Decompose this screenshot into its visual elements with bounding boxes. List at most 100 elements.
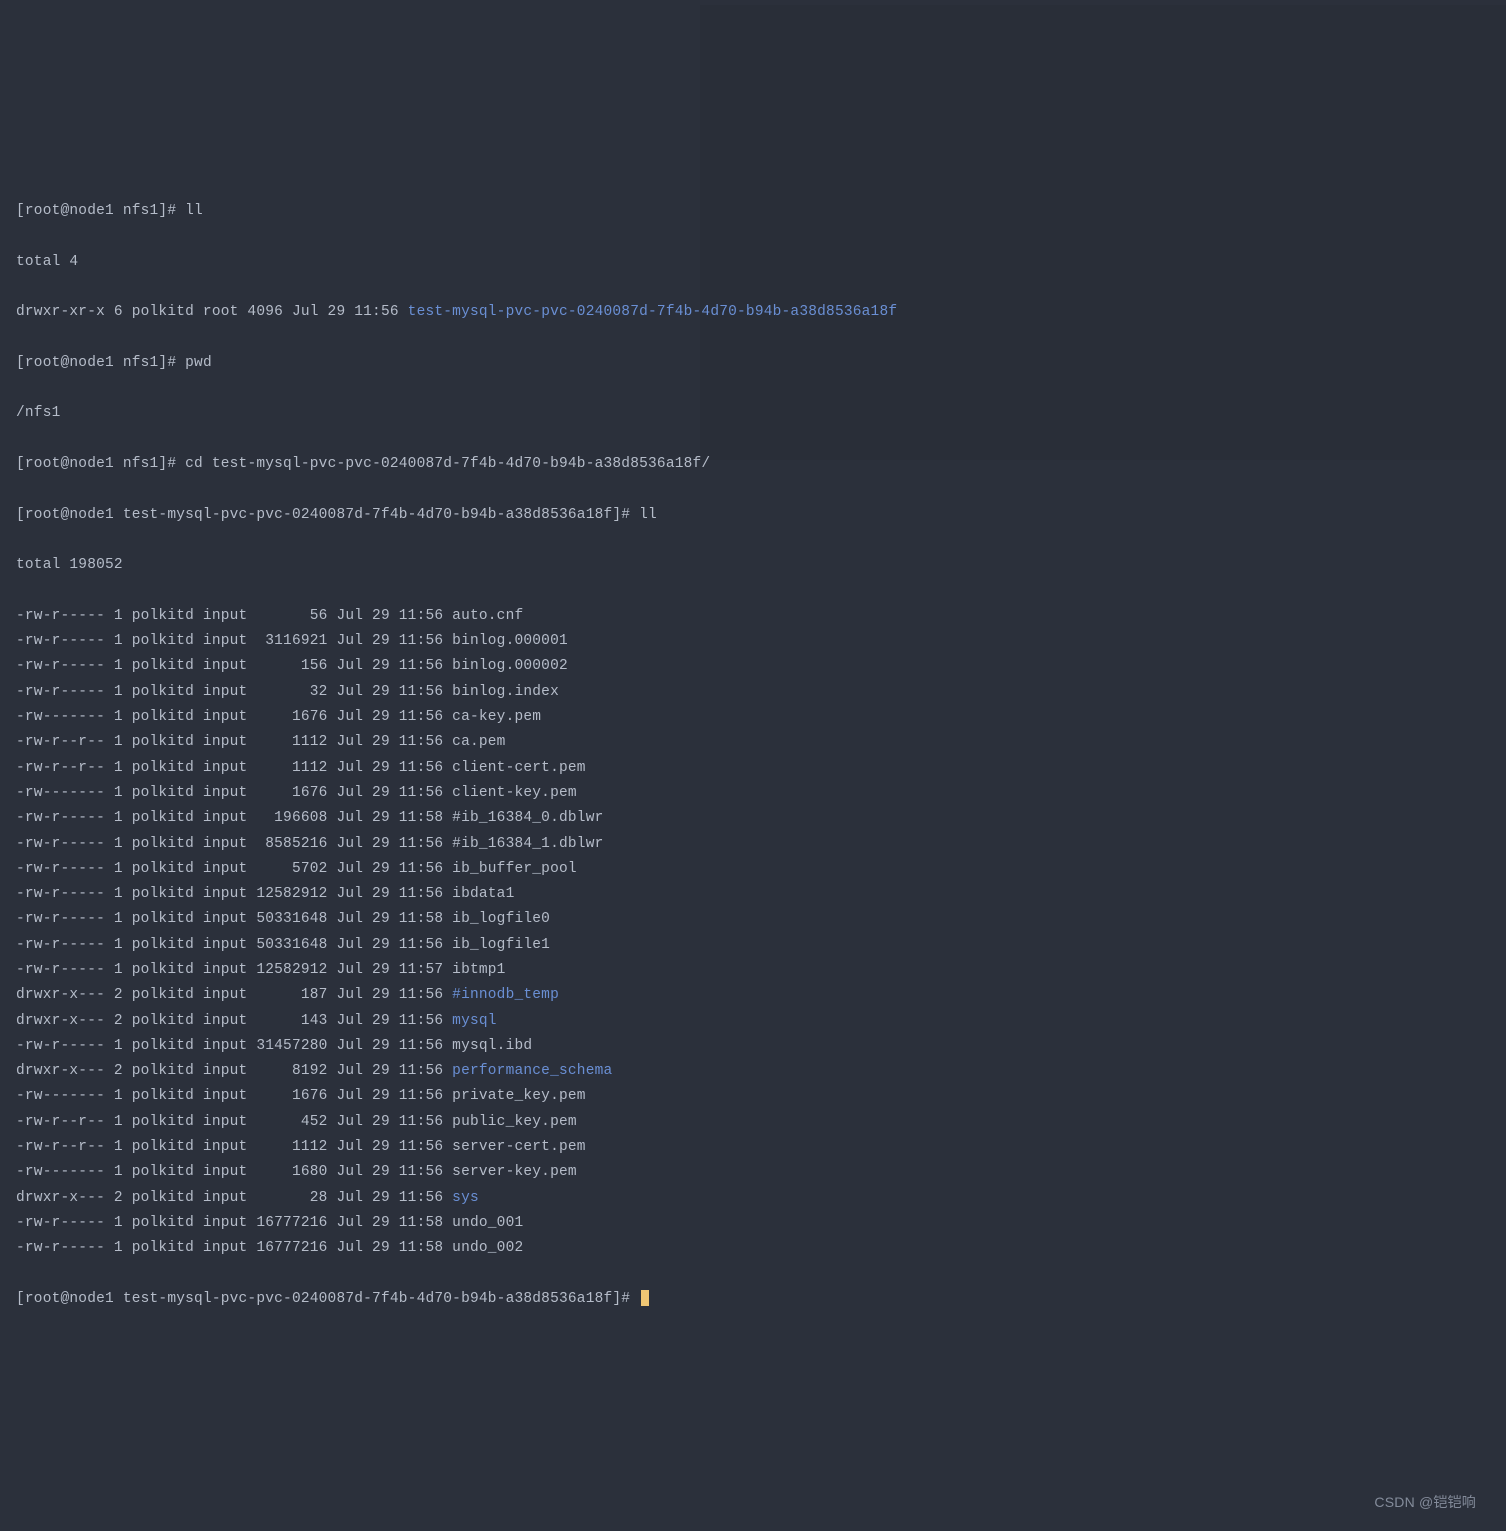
file-meta: -rw-r----- 1 polkitd input 5702 Jul 29 1… [16, 861, 452, 877]
file-name: ib_logfile0 [452, 911, 550, 927]
file-meta: -rw-r----- 1 polkitd input 31457280 Jul … [16, 1038, 452, 1054]
cursor-icon [641, 1290, 649, 1306]
file-name: ca-key.pem [452, 709, 541, 725]
shell-prompt: [root@node1 nfs1]# [16, 456, 185, 472]
shell-prompt: [root@node1 test-mysql-pvc-pvc-0240087d-… [16, 1291, 639, 1307]
directory-name: performance_schema [452, 1063, 612, 1079]
command-line[interactable]: [root@node1 test-mysql-pvc-pvc-0240087d-… [16, 1287, 1490, 1312]
file-name: #ib_16384_1.dblwr [452, 836, 603, 852]
file-name: client-key.pem [452, 785, 577, 801]
command-line: [root@node1 nfs1]# cd test-mysql-pvc-pvc… [16, 452, 1490, 477]
output-line: total 4 [16, 250, 1490, 275]
directory-name: mysql [452, 1013, 497, 1029]
file-name: server-key.pem [452, 1164, 577, 1180]
file-meta: -rw-r--r-- 1 polkitd input 1112 Jul 29 1… [16, 1139, 452, 1155]
file-entry: drwxr-x--- 2 polkitd input 187 Jul 29 11… [16, 983, 1490, 1008]
file-entry: -rw-r----- 1 polkitd input 16777216 Jul … [16, 1211, 1490, 1236]
file-entry: -rw-r----- 1 polkitd input 196608 Jul 29… [16, 806, 1490, 831]
file-name: ibtmp1 [452, 962, 505, 978]
file-entry: -rw-r----- 1 polkitd input 32 Jul 29 11:… [16, 680, 1490, 705]
file-name: mysql.ibd [452, 1038, 532, 1054]
file-name: binlog.000001 [452, 633, 568, 649]
output-line: total 198052 [16, 553, 1490, 578]
file-entry: -rw-r----- 1 polkitd input 31457280 Jul … [16, 1034, 1490, 1059]
file-entry: -rw-r----- 1 polkitd input 50331648 Jul … [16, 907, 1490, 932]
file-entry: -rw-r----- 1 polkitd input 12582912 Jul … [16, 958, 1490, 983]
command-text: pwd [185, 355, 212, 371]
file-meta: -rw------- 1 polkitd input 1676 Jul 29 1… [16, 709, 452, 725]
command-line: [root@node1 test-mysql-pvc-pvc-0240087d-… [16, 503, 1490, 528]
file-meta: drwxr-x--- 2 polkitd input 143 Jul 29 11… [16, 1013, 452, 1029]
file-meta: -rw-r----- 1 polkitd input 12582912 Jul … [16, 962, 452, 978]
file-meta: -rw-r--r-- 1 polkitd input 1112 Jul 29 1… [16, 760, 452, 776]
file-entry: -rw-r--r-- 1 polkitd input 1112 Jul 29 1… [16, 1135, 1490, 1160]
file-meta: -rw------- 1 polkitd input 1680 Jul 29 1… [16, 1164, 452, 1180]
directory-name: sys [452, 1190, 479, 1206]
file-meta: -rw-r----- 1 polkitd input 12582912 Jul … [16, 886, 452, 902]
shell-prompt: [root@node1 nfs1]# [16, 355, 185, 371]
file-meta: -rw------- 1 polkitd input 1676 Jul 29 1… [16, 785, 452, 801]
file-entry: -rw------- 1 polkitd input 1676 Jul 29 1… [16, 705, 1490, 730]
file-meta: -rw-r--r-- 1 polkitd input 452 Jul 29 11… [16, 1114, 452, 1130]
output-line: /nfs1 [16, 401, 1490, 426]
file-name: private_key.pem [452, 1088, 586, 1104]
file-entry: -rw-r----- 1 polkitd input 3116921 Jul 2… [16, 629, 1490, 654]
file-entry: drwxr-x--- 2 polkitd input 28 Jul 29 11:… [16, 1186, 1490, 1211]
file-entry-prefix: drwxr-xr-x 6 polkitd root 4096 Jul 29 11… [16, 304, 408, 320]
file-entry: -rw-r----- 1 polkitd input 5702 Jul 29 1… [16, 857, 1490, 882]
output-line: drwxr-xr-x 6 polkitd root 4096 Jul 29 11… [16, 300, 1490, 325]
file-name: ib_buffer_pool [452, 861, 577, 877]
file-name: #ib_16384_0.dblwr [452, 810, 603, 826]
file-name: public_key.pem [452, 1114, 577, 1130]
file-meta: -rw-r----- 1 polkitd input 56 Jul 29 11:… [16, 608, 452, 624]
command-text: cd test-mysql-pvc-pvc-0240087d-7f4b-4d70… [185, 456, 710, 472]
file-entry: -rw------- 1 polkitd input 1676 Jul 29 1… [16, 781, 1490, 806]
file-meta: -rw-r----- 1 polkitd input 32 Jul 29 11:… [16, 684, 452, 700]
file-listing: -rw-r----- 1 polkitd input 56 Jul 29 11:… [16, 604, 1490, 1262]
file-entry: -rw-r--r-- 1 polkitd input 452 Jul 29 11… [16, 1110, 1490, 1135]
file-meta: -rw-r----- 1 polkitd input 16777216 Jul … [16, 1215, 452, 1231]
command-line: [root@node1 nfs1]# ll [16, 199, 1490, 224]
file-entry: -rw-r----- 1 polkitd input 156 Jul 29 11… [16, 654, 1490, 679]
command-text: ll [185, 203, 203, 219]
watermark-text: CSDN @铠铠响 [1374, 1490, 1476, 1515]
file-name: binlog.000002 [452, 658, 568, 674]
file-meta: -rw-r----- 1 polkitd input 156 Jul 29 11… [16, 658, 452, 674]
file-name: auto.cnf [452, 608, 523, 624]
shell-prompt: [root@node1 test-mysql-pvc-pvc-0240087d-… [16, 507, 639, 523]
file-meta: -rw-r----- 1 polkitd input 196608 Jul 29… [16, 810, 452, 826]
file-name: binlog.index [452, 684, 559, 700]
file-meta: -rw------- 1 polkitd input 1676 Jul 29 1… [16, 1088, 452, 1104]
file-name: ibdata1 [452, 886, 514, 902]
file-entry: -rw-r----- 1 polkitd input 50331648 Jul … [16, 933, 1490, 958]
file-name: client-cert.pem [452, 760, 586, 776]
file-entry: -rw------- 1 polkitd input 1676 Jul 29 1… [16, 1084, 1490, 1109]
file-entry: -rw-r----- 1 polkitd input 8585216 Jul 2… [16, 832, 1490, 857]
file-meta: -rw-r----- 1 polkitd input 8585216 Jul 2… [16, 836, 452, 852]
file-entry: -rw-r--r-- 1 polkitd input 1112 Jul 29 1… [16, 730, 1490, 755]
file-entry: drwxr-x--- 2 polkitd input 8192 Jul 29 1… [16, 1059, 1490, 1084]
file-name: server-cert.pem [452, 1139, 586, 1155]
file-entry: -rw------- 1 polkitd input 1680 Jul 29 1… [16, 1160, 1490, 1185]
file-name: ca.pem [452, 734, 505, 750]
file-name: ib_logfile1 [452, 937, 550, 953]
file-meta: drwxr-x--- 2 polkitd input 28 Jul 29 11:… [16, 1190, 452, 1206]
file-name: undo_001 [452, 1215, 523, 1231]
file-entry: drwxr-x--- 2 polkitd input 143 Jul 29 11… [16, 1009, 1490, 1034]
file-meta: -rw-r----- 1 polkitd input 3116921 Jul 2… [16, 633, 452, 649]
file-meta: -rw-r----- 1 polkitd input 16777216 Jul … [16, 1240, 452, 1256]
terminal-output[interactable]: [root@node1 nfs1]# ll total 4 drwxr-xr-x… [16, 174, 1490, 1338]
command-line: [root@node1 nfs1]# pwd [16, 351, 1490, 376]
file-entry: -rw-r----- 1 polkitd input 12582912 Jul … [16, 882, 1490, 907]
file-meta: -rw-r----- 1 polkitd input 50331648 Jul … [16, 911, 452, 927]
directory-name: test-mysql-pvc-pvc-0240087d-7f4b-4d70-b9… [408, 304, 898, 320]
file-meta: drwxr-x--- 2 polkitd input 187 Jul 29 11… [16, 987, 452, 1003]
command-text: ll [639, 507, 657, 523]
file-meta: -rw-r--r-- 1 polkitd input 1112 Jul 29 1… [16, 734, 452, 750]
file-meta: -rw-r----- 1 polkitd input 50331648 Jul … [16, 937, 452, 953]
shell-prompt: [root@node1 nfs1]# [16, 203, 185, 219]
file-entry: -rw-r----- 1 polkitd input 56 Jul 29 11:… [16, 604, 1490, 629]
file-entry: -rw-r----- 1 polkitd input 16777216 Jul … [16, 1236, 1490, 1261]
file-entry: -rw-r--r-- 1 polkitd input 1112 Jul 29 1… [16, 756, 1490, 781]
directory-name: #innodb_temp [452, 987, 559, 1003]
